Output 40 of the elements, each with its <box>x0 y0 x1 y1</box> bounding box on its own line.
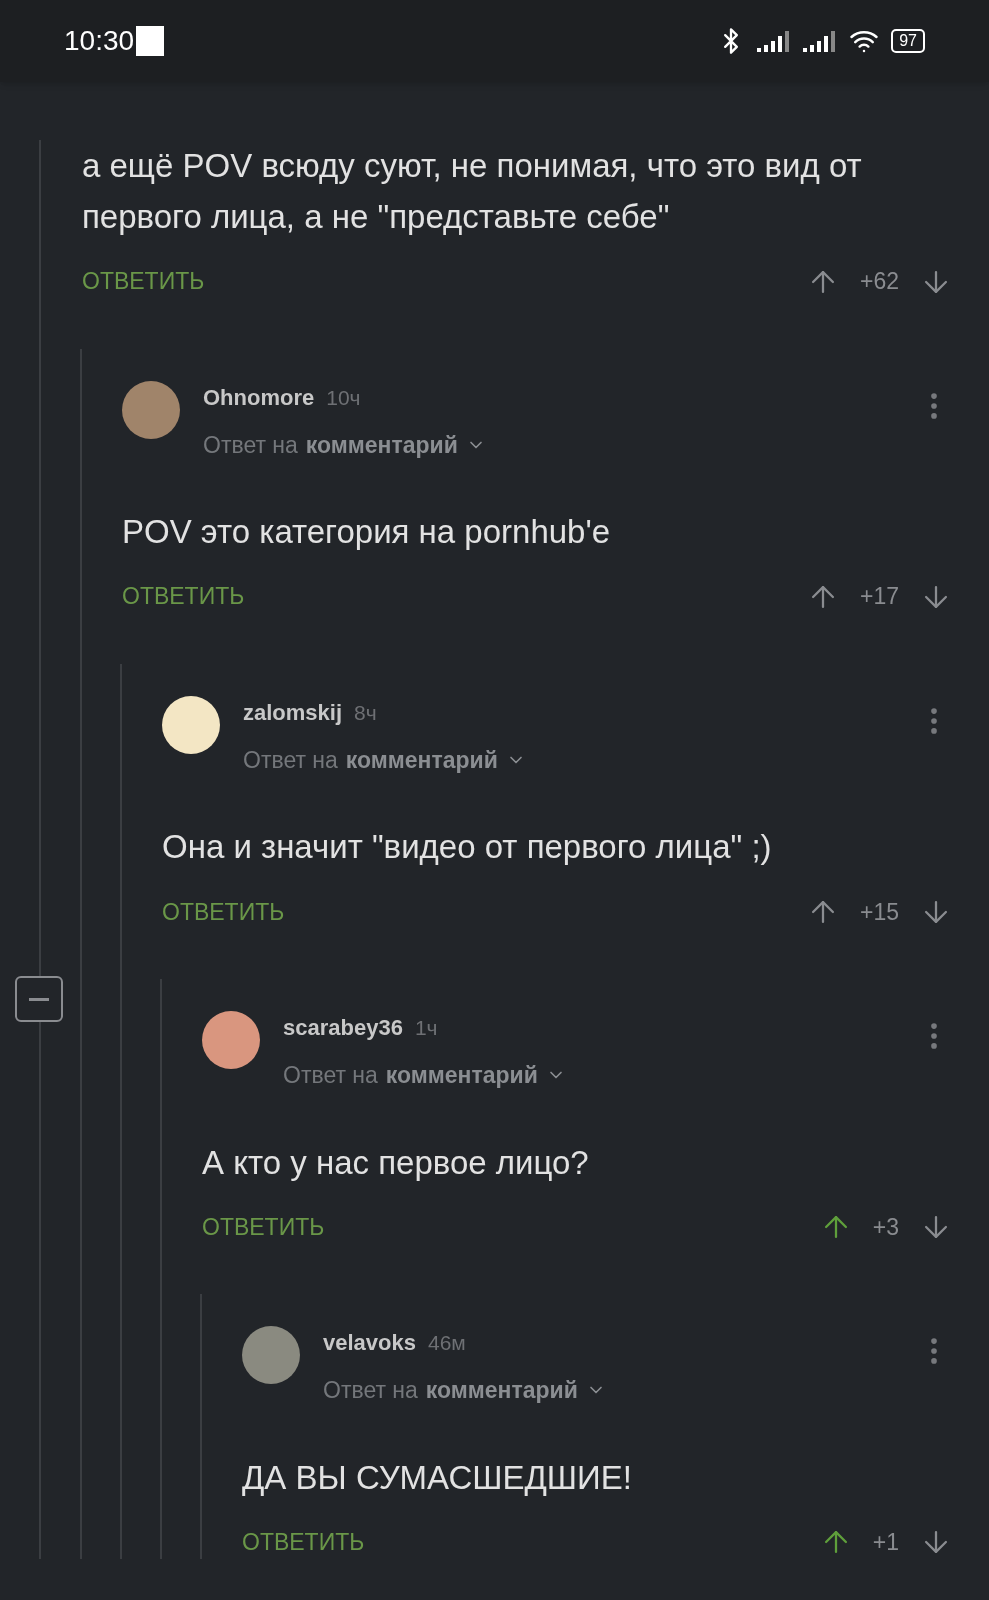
reply-button[interactable]: ОТВЕТИТЬ <box>162 894 285 930</box>
collapse-button[interactable] <box>15 976 63 1022</box>
reply-button[interactable]: ОТВЕТИТЬ <box>242 1524 365 1560</box>
reply-to-label: Ответ на <box>243 745 338 775</box>
comment-time: 8ч <box>354 699 377 726</box>
reply-to-link[interactable]: комментарий <box>345 742 498 778</box>
comment-text: ДА ВЫ СУМАСШЕДШИЕ! <box>242 1457 633 1498</box>
notification-icon <box>136 26 165 56</box>
reply-to-link[interactable]: комментарий <box>425 1373 578 1408</box>
comment-text: POV это категория на pornhub'e <box>122 512 612 553</box>
vote-score: +17 <box>860 582 899 612</box>
signal-icon <box>803 30 838 52</box>
comment-time: 46м <box>427 1330 466 1357</box>
reply-button[interactable]: ОТВЕТИТЬ <box>202 1209 325 1245</box>
comment-text: Она и значит "видео от первого лица" ;) <box>162 827 773 868</box>
avatar[interactable] <box>202 1011 260 1070</box>
reply-to-link[interactable]: комментарий <box>305 427 458 463</box>
clock: 10:30 <box>64 24 135 58</box>
battery-indicator: 97 <box>891 29 925 53</box>
username[interactable]: velavoks <box>323 1326 416 1360</box>
comment-time: 10ч <box>326 384 361 411</box>
minus-icon <box>29 997 49 1001</box>
comment-time: 1ч <box>414 1015 438 1042</box>
username[interactable]: Ohnomore <box>203 380 315 414</box>
reply-to-link[interactable]: комментарий <box>385 1058 538 1093</box>
username[interactable]: scarabey36 <box>283 1011 403 1045</box>
reply-button[interactable]: ОТВЕТИТЬ <box>82 264 205 299</box>
reply-to-label: Ответ на <box>283 1061 378 1091</box>
vote-score: +15 <box>860 897 899 927</box>
reply-to-label: Ответ на <box>203 430 298 460</box>
vote-score: +1 <box>872 1527 899 1557</box>
signal-icon <box>757 30 792 52</box>
vote-score: +3 <box>872 1212 899 1242</box>
comment-text: а ещё POV всюду суют, не понимая, что это вид от первого лица, а не "представьте себе" <box>82 146 863 238</box>
reply-button[interactable]: ОТВЕТИТЬ <box>122 579 245 614</box>
reply-to-label: Ответ на <box>323 1376 418 1406</box>
comment-text: А кто у нас первое лицо? <box>202 1142 590 1183</box>
vote-score: +62 <box>860 267 899 297</box>
avatar[interactable] <box>162 695 220 754</box>
username[interactable]: zalomskij <box>243 695 343 729</box>
